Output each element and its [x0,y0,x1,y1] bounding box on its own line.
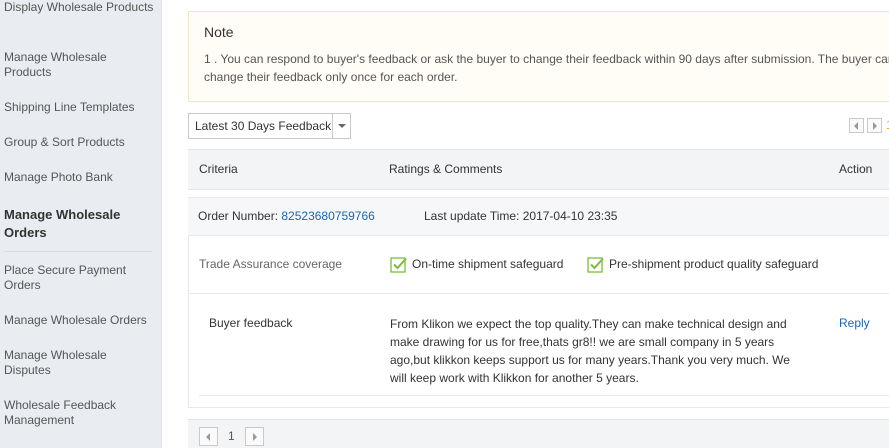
pager-next-button[interactable] [867,118,882,133]
table-header: Criteria Ratings & Comments Action [188,149,889,190]
order-number-link[interactable]: 82523680759766 [281,209,374,223]
feedback-period-selected: Latest 30 Days Feedback [195,119,332,133]
main-content: Note 1 . You can respond to buyer's feed… [162,0,889,448]
sidebar-item-display-wholesale-products[interactable]: Display Wholesale Products [4,0,154,15]
sidebar: Display Wholesale Products Manage Wholes… [0,0,162,448]
trade-assurance-row: Trade Assurance coverage On-time shipmen… [188,236,889,294]
pager-prev-button[interactable] [849,118,864,133]
trade-assurance-label: Trade Assurance coverage [199,257,342,271]
feedback-row: Buyer feedback From Klikon we expect the… [188,294,889,408]
sidebar-item-group-sort-products[interactable]: Group & Sort Products [4,135,154,150]
reply-link[interactable]: Reply [839,316,870,330]
pager-bottom-next-button[interactable] [245,427,264,446]
order-number-line: Order Number: 82523680759766 [198,209,375,223]
checkbox-check-icon [587,257,604,273]
sidebar-item-manage-wholesale-disputes[interactable]: Manage Wholesale Disputes [4,348,154,378]
checkbox-check-icon [390,257,407,273]
order-number-label: Order Number: [198,209,279,223]
column-header-action: Action [839,162,873,176]
buyer-feedback-label: Buyer feedback [209,316,293,330]
buyer-feedback-text: From Klikon we expect the top quality.Th… [390,317,790,385]
chevron-down-icon[interactable] [332,114,350,138]
last-update-time: Last update Time: 2017-04-10 23:35 [424,209,618,223]
sidebar-item-manage-photo-bank[interactable]: Manage Photo Bank [4,170,154,185]
arrow-left-icon [854,122,858,130]
trade-assurance-item-label: On-time shipment safeguard [412,257,564,271]
feedback-period-select[interactable]: Latest 30 Days Feedback [188,113,351,139]
page-number[interactable]: 1 [228,429,235,443]
note-text: 1 . You can respond to buyer's feedback … [204,52,889,84]
arrow-right-icon [873,122,877,130]
sidebar-section-heading: Manage Wholesale Orders [4,207,121,240]
sidebar-divider [4,251,152,252]
feedback-row-inner: Buyer feedback From Klikon we expect the… [199,294,889,396]
column-header-ratings: Ratings & Comments [389,162,503,176]
trade-assurance-item-label: Pre-shipment product quality safeguard [609,257,819,271]
column-header-criteria: Criteria [199,162,238,176]
sidebar-item-manage-wholesale-products[interactable]: Manage Wholesale Products [4,50,154,80]
arrow-left-icon [206,433,210,441]
sidebar-item-wholesale-feedback-management[interactable]: Wholesale Feedback Management [4,398,154,428]
pager-footer: 1 [188,419,889,448]
sidebar-item-manage-wholesale-orders[interactable]: Manage Wholesale Orders [4,313,154,328]
arrow-right-icon [253,433,257,441]
order-row: Order Number: 82523680759766 Last update… [188,197,889,236]
note-title: Note [204,24,234,40]
pager-bottom-prev-button[interactable] [199,427,218,446]
note-box: Note 1 . You can respond to buyer's feed… [188,11,889,102]
sidebar-item-shipping-line-templates[interactable]: Shipping Line Templates [4,100,154,115]
sidebar-item-place-secure-payment-orders[interactable]: Place Secure Payment Orders [4,263,154,293]
